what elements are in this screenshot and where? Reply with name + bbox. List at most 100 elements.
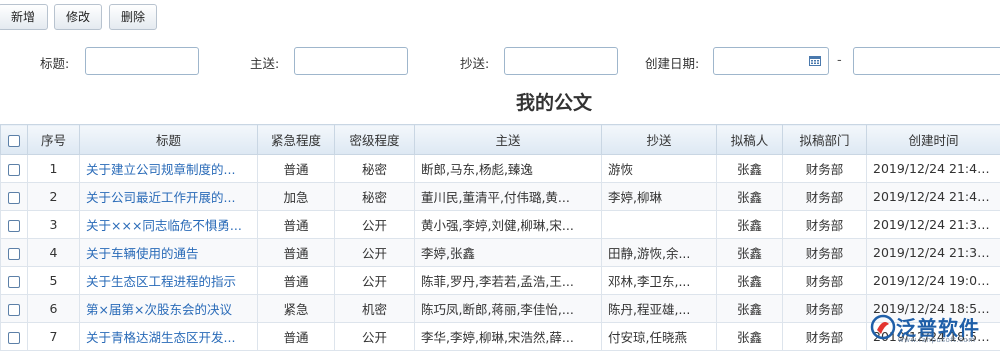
table-row[interactable]: 6 第×届第×次股东会的决议 紧急 机密 陈巧凤,断郎,蒋丽,李佳怡,... 陈丹,程亚雄… — [0, 294, 1000, 323]
column-header[interactable]: 紧急程度 — [257, 124, 335, 155]
row-select-cell[interactable] — [0, 210, 28, 239]
row-checkbox[interactable] — [8, 219, 20, 232]
row-title-link[interactable]: 关于青格达湖生态区开发... — [79, 322, 258, 351]
column-header[interactable]: 标题 — [79, 124, 258, 155]
row-title-link[interactable]: 关于建立公司规章制度的... — [79, 154, 258, 183]
row-urgency: 普通 — [257, 154, 335, 183]
row-checkbox[interactable] — [8, 331, 20, 344]
row-title-link[interactable]: 第×届第×次股东会的决议 — [79, 294, 258, 323]
documents-table: 序号 标题 紧急程度 密级程度 主送 抄送 拟稿人 拟稿部门 创建时间 1 关于建… — [0, 124, 1000, 351]
row-checkbox[interactable] — [8, 163, 20, 176]
brand-logo-icon — [870, 314, 896, 340]
table-row[interactable]: 7 关于青格达湖生态区开发... 普通 公开 李华,李婷,柳琳,宋浩然,薛... 付安琼,… — [0, 322, 1000, 351]
row-checkbox[interactable] — [8, 247, 20, 260]
toolbar: 新增 修改 删除 — [0, 0, 1000, 36]
row-select-cell[interactable] — [0, 266, 28, 295]
add-button[interactable]: 新增 — [0, 4, 48, 30]
table-row[interactable]: 3 关于×××同志临危不惧勇... 普通 公开 黄小强,李婷,刘健,柳琳,宋... 张鑫财… — [0, 210, 1000, 239]
row-department: 财务部 — [782, 182, 867, 211]
column-header[interactable]: 抄送 — [601, 124, 717, 155]
row-urgency: 普通 — [257, 238, 335, 267]
date-range-separator: - — [837, 53, 842, 68]
main-send-filter-label: 主送: — [250, 56, 280, 71]
row-cc — [601, 210, 717, 239]
row-checkbox[interactable] — [8, 191, 20, 204]
row-cc: 李婷,柳琳 — [601, 182, 717, 211]
created-date-filter-label: 创建日期: — [645, 56, 700, 71]
row-secrecy: 机密 — [334, 294, 415, 323]
row-cc: 付安琼,任晓燕 — [601, 322, 717, 351]
table-row[interactable]: 1 关于建立公司规章制度的... 普通 秘密 断郎,马东,杨彪,臻逸 游恢 张鑫 财务部 201… — [0, 154, 1000, 183]
row-title-link[interactable]: 关于×××同志临危不惧勇... — [79, 210, 258, 239]
row-drafter: 张鑫 — [716, 210, 783, 239]
row-title-link[interactable]: 关于车辆使用的通告 — [79, 238, 258, 267]
row-main-send: 李婷,张鑫 — [414, 238, 602, 267]
brand-watermark: 泛普软件 www.fanpusoft.com — [868, 308, 1000, 348]
delete-button[interactable]: 删除 — [109, 4, 157, 30]
row-urgency: 普通 — [257, 210, 335, 239]
select-all-header[interactable] — [0, 124, 28, 155]
row-checkbox[interactable] — [8, 275, 20, 288]
row-drafter: 张鑫 — [716, 266, 783, 295]
row-urgency: 加急 — [257, 182, 335, 211]
row-main-send: 陈巧凤,断郎,蒋丽,李佳怡,... — [414, 294, 602, 323]
row-department: 财务部 — [782, 238, 867, 267]
row-created-time: 2019/12/24 21:43:13 — [866, 154, 1000, 183]
row-main-send: 陈菲,罗丹,李若若,孟浩,王... — [414, 266, 602, 295]
row-urgency: 普通 — [257, 322, 335, 351]
main-send-filter-input[interactable] — [294, 47, 408, 75]
row-select-cell[interactable] — [0, 294, 28, 323]
page-title: 我的公文 — [515, 92, 592, 114]
column-header[interactable]: 创建时间 — [866, 124, 1000, 155]
row-drafter: 张鑫 — [716, 322, 783, 351]
column-header[interactable]: 序号 — [27, 124, 80, 155]
calendar-icon[interactable] — [809, 55, 821, 66]
row-main-send: 黄小强,李婷,刘健,柳琳,宋... — [414, 210, 602, 239]
row-drafter: 张鑫 — [716, 182, 783, 211]
edit-button[interactable]: 修改 — [54, 4, 102, 30]
title-filter-input[interactable] — [85, 47, 199, 75]
table-row[interactable]: 4 关于车辆使用的通告 普通 公开 李婷,张鑫 田静,游恢,余... 张鑫 财务部 2019/1… — [0, 238, 1000, 267]
date-to-input[interactable] — [853, 47, 1000, 75]
row-number: 1 — [27, 154, 80, 183]
row-number: 4 — [27, 238, 80, 267]
row-select-cell[interactable] — [0, 322, 28, 351]
table-row[interactable]: 5 关于生态区工程进程的指示 普通 公开 陈菲,罗丹,李若若,孟浩,王... 邓林,李卫东… — [0, 266, 1000, 295]
row-checkbox[interactable] — [8, 303, 20, 316]
row-cc: 邓林,李卫东,... — [601, 266, 717, 295]
row-created-time: 2019/12/24 21:41:40 — [866, 182, 1000, 211]
cc-filter-input[interactable] — [504, 47, 618, 75]
row-main-send: 李华,李婷,柳琳,宋浩然,薛... — [414, 322, 602, 351]
row-number: 5 — [27, 266, 80, 295]
row-drafter: 张鑫 — [716, 294, 783, 323]
column-header[interactable]: 主送 — [414, 124, 602, 155]
cc-filter-label: 抄送: — [460, 56, 490, 71]
filter-bar: 标题: 主送: 抄送: 创建日期: - — [0, 40, 1000, 84]
row-department: 财务部 — [782, 154, 867, 183]
row-drafter: 张鑫 — [716, 154, 783, 183]
column-header[interactable]: 密级程度 — [334, 124, 415, 155]
row-created-time: 2019/12/24 19:00:37 — [866, 266, 1000, 295]
row-number: 6 — [27, 294, 80, 323]
row-drafter: 张鑫 — [716, 238, 783, 267]
table-row[interactable]: 2 关于公司最近工作开展的... 加急 秘密 董川民,董清平,付伟璐,黄... 李婷,柳琳… — [0, 182, 1000, 211]
table-header-row: 序号 标题 紧急程度 密级程度 主送 抄送 拟稿人 拟稿部门 创建时间 — [0, 124, 1000, 155]
row-title-link[interactable]: 关于公司最近工作开展的... — [79, 182, 258, 211]
column-header[interactable]: 拟稿人 — [716, 124, 783, 155]
row-secrecy: 秘密 — [334, 182, 415, 211]
column-header[interactable]: 拟稿部门 — [782, 124, 867, 155]
row-secrecy: 公开 — [334, 322, 415, 351]
row-secrecy: 公开 — [334, 238, 415, 267]
row-created-time: 2019/12/24 21:36:20 — [866, 238, 1000, 267]
row-select-cell[interactable] — [0, 154, 28, 183]
row-title-link[interactable]: 关于生态区工程进程的指示 — [79, 266, 258, 295]
row-secrecy: 公开 — [334, 210, 415, 239]
row-select-cell[interactable] — [0, 182, 28, 211]
row-secrecy: 秘密 — [334, 154, 415, 183]
row-main-send: 董川民,董清平,付伟璐,黄... — [414, 182, 602, 211]
row-cc: 田静,游恢,余... — [601, 238, 717, 267]
select-all-checkbox[interactable] — [8, 134, 20, 147]
title-filter-label: 标题: — [40, 56, 70, 71]
row-number: 2 — [27, 182, 80, 211]
row-select-cell[interactable] — [0, 238, 28, 267]
